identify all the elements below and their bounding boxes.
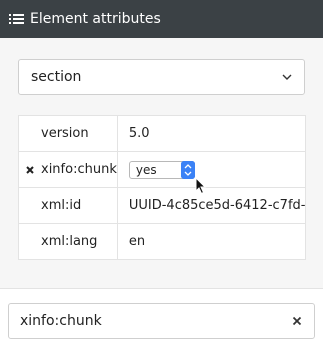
- attributes-table: version 5.0 xinfo:chunk yes xml:id UUID-…: [18, 115, 307, 260]
- table-row: version 5.0: [18, 115, 307, 152]
- chevron-down-icon: [282, 74, 292, 80]
- panel-header: Element attributes: [0, 0, 323, 38]
- element-select[interactable]: section: [18, 59, 305, 95]
- list-icon: [9, 13, 24, 25]
- attribute-filter-value: xinfo:chunk: [20, 313, 102, 329]
- attribute-value-cell: yes: [116, 151, 307, 188]
- attribute-name-cell: xinfo:chunk: [18, 151, 118, 188]
- attribute-name: version: [18, 115, 118, 152]
- element-select-value: section: [31, 69, 82, 85]
- attribute-value-select[interactable]: yes: [128, 160, 195, 179]
- attribute-name: xml:lang: [18, 223, 118, 260]
- table-row: xml:lang en: [18, 223, 307, 260]
- attribute-name: xml:id: [18, 187, 118, 224]
- close-icon[interactable]: [292, 316, 302, 326]
- attribute-select-value: yes: [135, 162, 157, 177]
- attribute-name: xinfo:chunk: [41, 162, 117, 177]
- attribute-filter-input[interactable]: xinfo:chunk: [8, 303, 315, 339]
- attribute-value-field[interactable]: 5.0: [116, 115, 307, 152]
- attribute-value-field[interactable]: UUID-4c85ce5d-6412-c7fd-: [116, 187, 307, 224]
- table-row: xml:id UUID-4c85ce5d-6412-c7fd-: [18, 187, 307, 224]
- select-stepper-icon[interactable]: [180, 160, 195, 179]
- element-attributes-panel: Element attributes section version 5.0 x…: [0, 0, 323, 344]
- divider: [0, 288, 323, 289]
- panel-title: Element attributes: [30, 11, 161, 27]
- remove-attribute-icon[interactable]: [25, 165, 35, 175]
- attribute-value-field[interactable]: en: [116, 223, 307, 260]
- mouse-pointer-icon: [195, 177, 207, 195]
- table-row: xinfo:chunk yes: [18, 151, 307, 188]
